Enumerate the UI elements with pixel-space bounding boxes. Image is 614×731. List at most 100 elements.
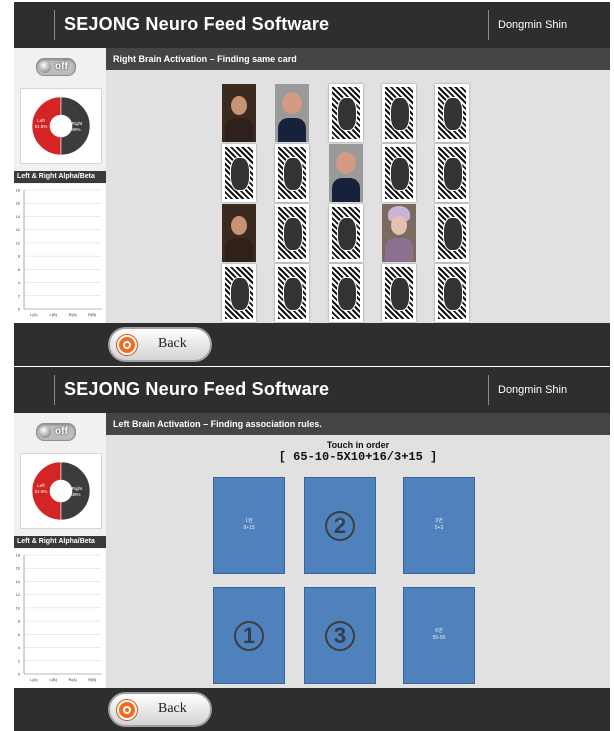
donut-hole (50, 119, 72, 135)
user-name: Dongmin Shin (498, 19, 568, 31)
card-back[interactable] (275, 144, 309, 202)
power-toggle[interactable]: off (36, 423, 76, 441)
card-back[interactable] (435, 84, 469, 142)
title-separator (54, 375, 55, 405)
y-tick-label: 0 (18, 673, 20, 677)
title-separator (54, 10, 55, 40)
y-tick-label: 10 (16, 606, 20, 610)
y-tick-label: 2 (18, 659, 20, 663)
card-face-child[interactable] (382, 204, 416, 262)
y-tick-label: 4 (18, 646, 20, 650)
card-back[interactable] (222, 264, 256, 322)
instruction-text: Touch in order (326, 440, 390, 450)
answer-tile[interactable]: 1 (213, 587, 285, 684)
app-title: SEJONG Neuro Feed Software (64, 379, 330, 399)
card-photo-face (231, 216, 247, 235)
back-button[interactable]: Back (108, 692, 212, 727)
y-tick-label: 12 (16, 593, 20, 597)
answer-tile[interactable]: 1번 8+15 (213, 477, 285, 574)
x-tick-label: R(B) (88, 312, 97, 317)
card-back[interactable] (382, 84, 416, 142)
card-photo-body (332, 178, 360, 202)
panel-title: Left Brain Activation – Finding associat… (106, 413, 610, 435)
tile-expression: 55-50 (432, 635, 446, 641)
panel-title: Right Brain Activation – Finding same ca… (106, 48, 610, 70)
order-mark: 1 (234, 621, 264, 651)
back-label: Back (158, 701, 187, 716)
back-button[interactable]: Back (108, 327, 212, 362)
card-back[interactable] (329, 204, 363, 262)
screen-left-brain: SEJONG Neuro Feed Software Dongmin Shin … (14, 367, 610, 731)
tile-label: 3번 5+3 (404, 518, 474, 532)
card-face-girl[interactable] (222, 204, 256, 262)
card-back[interactable] (435, 204, 469, 262)
card-photo-body (225, 118, 253, 142)
card-back[interactable] (435, 264, 469, 322)
tile-label: 6번 55-50 (404, 628, 474, 642)
card-back[interactable] (329, 84, 363, 142)
y-tick-label: 10 (16, 241, 20, 245)
user-separator (488, 10, 489, 40)
y-tick-label: 16 (16, 202, 20, 206)
donut-left-label: Left (37, 118, 45, 123)
title-bar: SEJONG Neuro Feed Software Dongmin Shin (14, 367, 610, 413)
donut-left-value: 51.8% (35, 124, 48, 129)
y-tick-label: 16 (16, 567, 20, 571)
chart-title: Left & Right Alpha/Beta (14, 171, 106, 183)
card-back[interactable] (382, 144, 416, 202)
power-toggle[interactable]: off (36, 58, 76, 76)
y-tick-label: 6 (18, 268, 20, 272)
tile-label: 1번 8+15 (214, 518, 284, 532)
y-tick-label: 18 (16, 554, 20, 558)
tile-title: 3번 (435, 518, 443, 524)
answer-tile[interactable]: 3번 5+3 (403, 477, 475, 574)
card-back[interactable] (275, 264, 309, 322)
sidebar: off Left 51.8% Right 49% Left & Right Alpha… (14, 48, 106, 323)
y-tick-label: 8 (18, 255, 20, 259)
tile-expression: 5+3 (434, 525, 444, 531)
x-tick-label: L(A) (30, 677, 38, 682)
card-back[interactable] (382, 264, 416, 322)
x-tick-label: R(A) (69, 312, 78, 317)
user-name: Dongmin Shin (498, 384, 568, 396)
balance-donut-card: Left 51.8% Right 49% (20, 88, 102, 164)
toggle-knob-icon (39, 426, 51, 438)
x-tick-label: L(B) (49, 677, 57, 682)
bottom-bar: Back (14, 688, 610, 731)
answer-tile[interactable]: 6번 55-50 (403, 587, 475, 684)
order-mark: 2 (325, 511, 355, 541)
bottom-bar: Back (14, 323, 610, 366)
answer-tile[interactable]: 3 (304, 587, 376, 684)
alpha-beta-chart: 18 16 14 12 10 8 6 4 2 0 L(A) L(B) R(A) R(B) (14, 184, 106, 323)
card-back[interactable] (329, 264, 363, 322)
donut-right-label: Right (72, 486, 83, 491)
y-tick-label: 18 (16, 189, 20, 193)
card-back[interactable] (275, 204, 309, 262)
back-label: Back (158, 336, 187, 351)
card-back[interactable] (435, 144, 469, 202)
y-tick-label: 2 (18, 294, 20, 298)
answer-tile[interactable]: 2번 2 (304, 477, 376, 574)
back-icon (117, 700, 137, 720)
card-face-man[interactable] (329, 144, 363, 202)
donut-hole (50, 484, 72, 500)
sidebar: off Left 51.8% Right 49% Left & Right Alpha… (14, 413, 106, 688)
alpha-beta-chart-svg: 18 16 14 12 10 8 6 4 2 0 L(A) L(B) R(A) R(B) (16, 189, 102, 317)
x-tick-label: R(B) (88, 677, 97, 682)
y-tick-label: 12 (16, 228, 20, 232)
chart-title: Left & Right Alpha/Beta (14, 536, 106, 548)
back-icon (117, 335, 137, 355)
donut-left-value: 51.8% (35, 489, 48, 494)
toggle-label: off (55, 61, 68, 72)
card-photo-face (231, 96, 247, 115)
card-face-girl[interactable] (222, 84, 256, 142)
y-tick-label: 8 (18, 620, 20, 624)
y-tick-label: 6 (18, 633, 20, 637)
balance-donut-chart: Left51.8% Right49% (31, 96, 91, 156)
y-tick-label: 14 (16, 580, 20, 584)
alpha-beta-chart-svg: 18 16 14 12 10 8 6 4 2 0 L(A) L(B) R(A) R(B) (16, 554, 102, 682)
y-tick-label: 0 (18, 308, 20, 312)
order-mark: 3 (325, 621, 355, 651)
card-face-man[interactable] (275, 84, 309, 142)
card-back[interactable] (222, 144, 256, 202)
